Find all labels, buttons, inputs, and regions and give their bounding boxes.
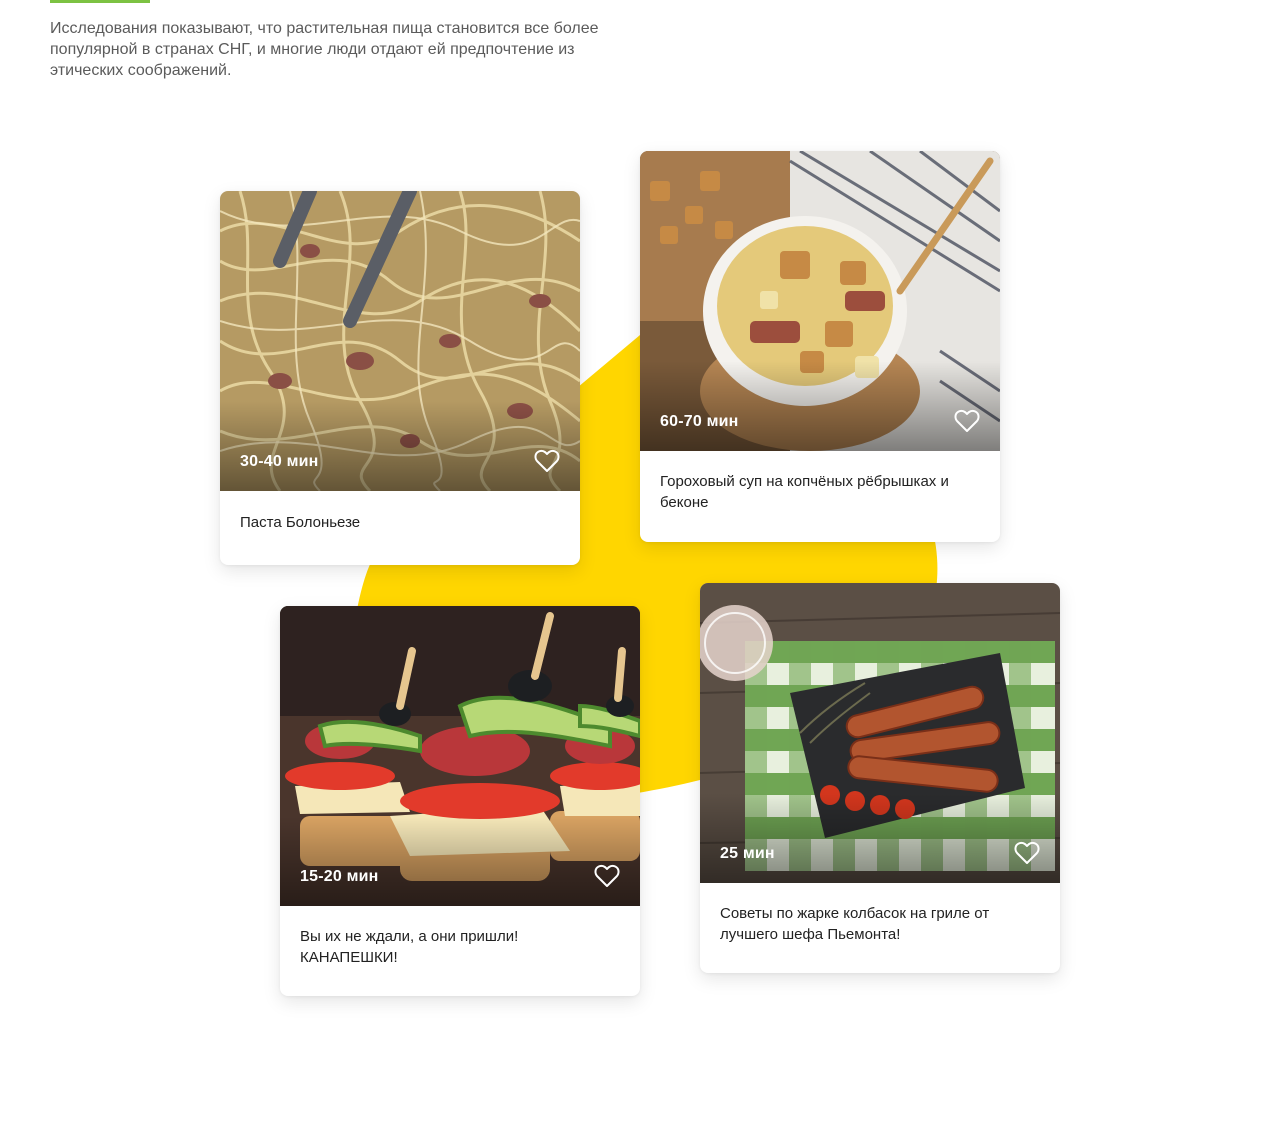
recipe-title[interactable]: Паста Болоньезе xyxy=(220,491,580,565)
recipe-card-sausages[interactable]: 25 мин Советы по жарке колбасок на гриле… xyxy=(700,583,1060,973)
recipe-photo[interactable]: 25 мин xyxy=(700,583,1060,883)
recipe-card-canapes[interactable]: 15-20 мин Вы их не ждали, а они пришли! … xyxy=(280,606,640,996)
intro-text: Исследования показывают, что растительна… xyxy=(50,20,599,79)
cook-time: 30-40 мин xyxy=(240,453,319,470)
recipe-photo[interactable]: 15-20 мин xyxy=(280,606,640,906)
recipe-title[interactable]: Вы их не ждали, а они пришли! КАНАПЕШКИ! xyxy=(280,906,550,980)
heart-icon[interactable] xyxy=(594,864,620,888)
accent-line xyxy=(50,0,150,3)
photo-shade xyxy=(700,793,1060,883)
photo-shade xyxy=(280,816,640,906)
heart-icon[interactable] xyxy=(534,449,560,473)
heart-icon[interactable] xyxy=(1014,841,1040,865)
cook-time: 15-20 мин xyxy=(300,868,379,885)
recipe-photo[interactable]: 30-40 мин xyxy=(220,191,580,491)
cook-time: 25 мин xyxy=(720,845,775,862)
heart-icon[interactable] xyxy=(954,409,980,433)
photo-shade xyxy=(640,361,1000,451)
recipe-title[interactable]: Гороховый суп на копчёных рёбрышках и бе… xyxy=(640,451,970,525)
recipe-photo[interactable]: 60-70 мин xyxy=(640,151,1000,451)
recipe-card-soup[interactable]: 60-70 мин Гороховый суп на копчёных рёбр… xyxy=(640,151,1000,542)
recipe-title[interactable]: Советы по жарке колбасок на гриле от луч… xyxy=(700,883,1030,957)
cook-time: 60-70 мин xyxy=(660,413,739,430)
photo-shade xyxy=(220,401,580,491)
recipe-card-pasta[interactable]: 30-40 мин Паста Болоньезе xyxy=(220,191,580,565)
